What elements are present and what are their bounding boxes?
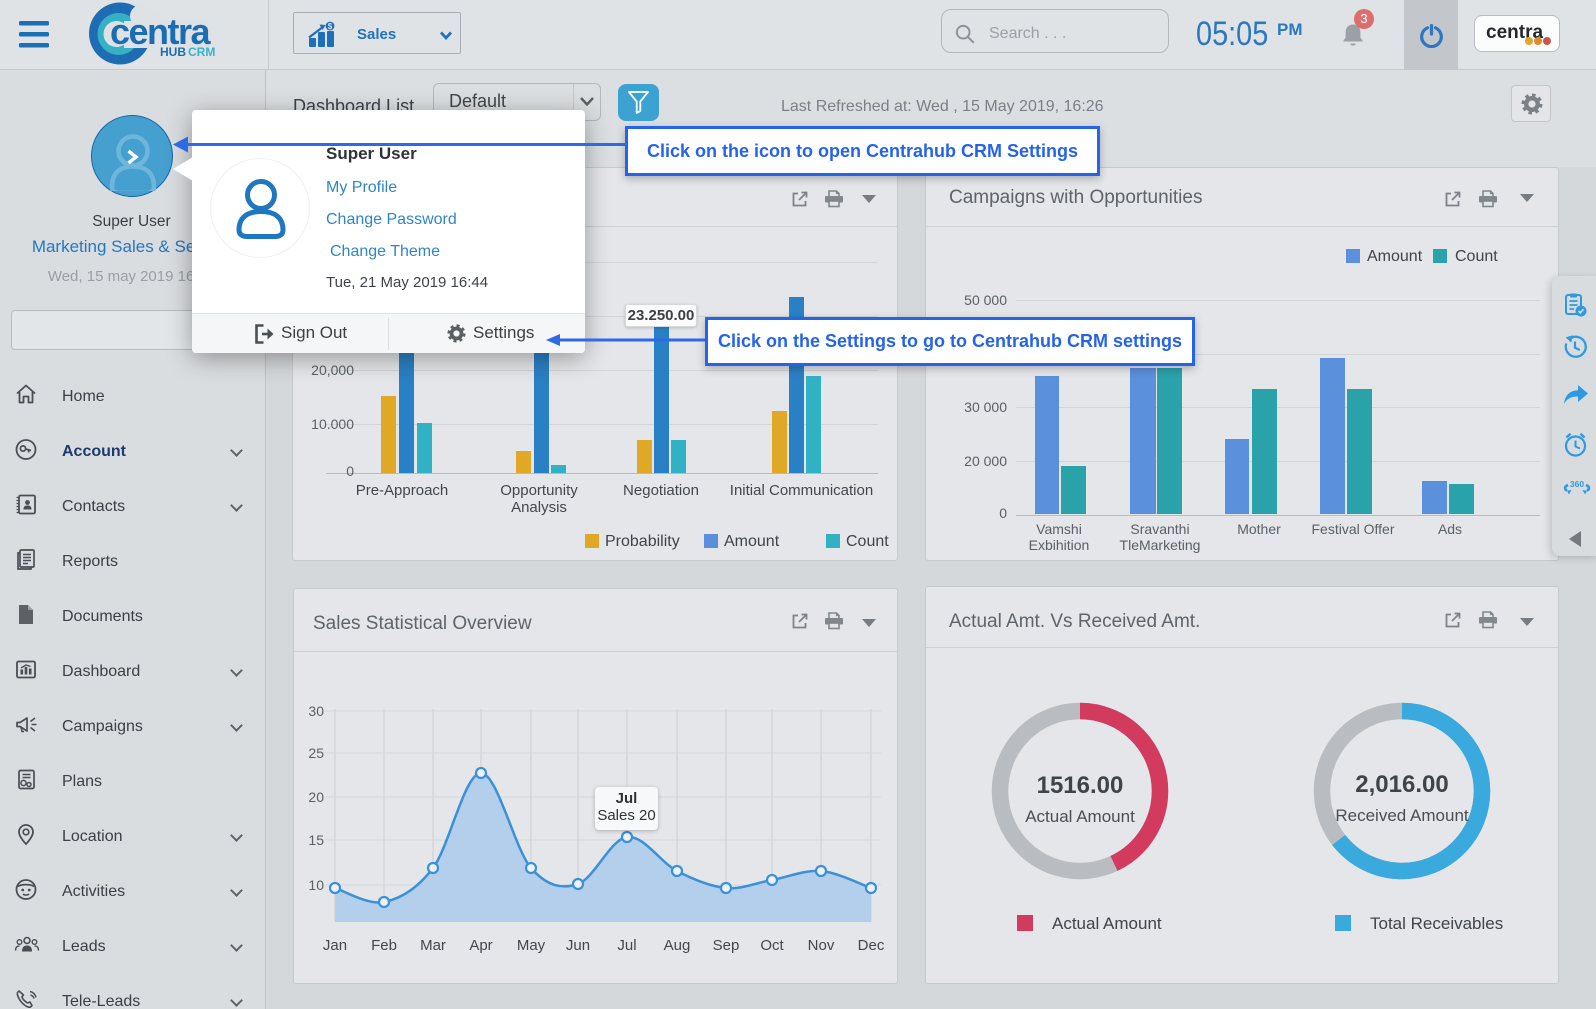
svg-text:HUB: HUB	[160, 45, 186, 59]
svg-text:CRM: CRM	[188, 45, 215, 59]
svg-text:$: $	[328, 22, 333, 31]
svg-text:360: 360	[1570, 479, 1584, 489]
